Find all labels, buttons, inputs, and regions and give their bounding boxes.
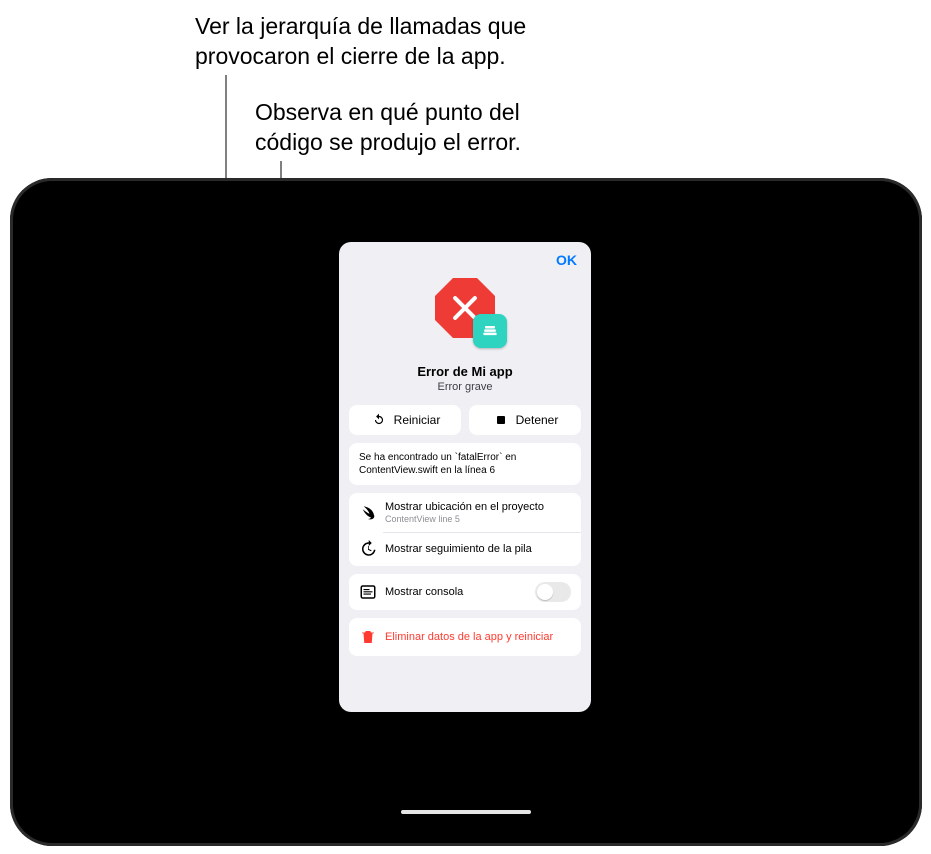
- delete-and-restart-label: Eliminar datos de la app y reiniciar: [385, 631, 553, 643]
- restart-icon: [370, 411, 388, 429]
- show-stack-label: Mostrar seguimiento de la pila: [385, 543, 532, 555]
- ipad-screen: OK Error de Mi app Error grave Reiniciar: [32, 200, 900, 824]
- error-dialog: OK Error de Mi app Error grave Reiniciar: [339, 242, 591, 712]
- error-message: Se ha encontrado un `fatalError` en Cont…: [349, 443, 581, 485]
- stop-label: Detener: [516, 413, 559, 427]
- show-location-row[interactable]: Mostrar ubicación en el proyecto Content…: [349, 493, 581, 532]
- show-stack-row[interactable]: Mostrar seguimiento de la pila: [349, 532, 581, 566]
- ok-button[interactable]: OK: [556, 252, 577, 268]
- restart-label: Reiniciar: [394, 413, 441, 427]
- show-location-subtitle: ContentView line 5: [385, 514, 571, 524]
- stop-button[interactable]: Detener: [469, 405, 581, 435]
- delete-and-restart-row[interactable]: Eliminar datos de la app y reiniciar: [349, 618, 581, 656]
- ipad-device-frame: OK Error de Mi app Error grave Reiniciar: [10, 178, 922, 846]
- callout-stack-trace: Ver la jerarquía de llamadas queprovocar…: [195, 12, 526, 72]
- show-console-row[interactable]: Mostrar consola: [349, 574, 581, 610]
- trash-icon: [359, 628, 377, 646]
- callout-code-location: Observa en qué punto delcódigo se produj…: [255, 98, 521, 158]
- stop-icon: [492, 411, 510, 429]
- restart-button[interactable]: Reiniciar: [349, 405, 461, 435]
- error-title: Error de Mi app: [417, 364, 512, 379]
- console-icon: [359, 583, 377, 601]
- history-icon: [359, 540, 377, 558]
- home-indicator[interactable]: [401, 810, 531, 814]
- show-location-label: Mostrar ubicación en el proyecto: [385, 501, 544, 513]
- callout-text: Observa en qué punto delcódigo se produj…: [255, 99, 521, 155]
- console-toggle[interactable]: [535, 582, 571, 602]
- error-subtitle: Error grave: [437, 381, 492, 393]
- callout-text: Ver la jerarquía de llamadas queprovocar…: [195, 13, 526, 69]
- show-console-label: Mostrar consola: [385, 586, 463, 598]
- app-icon: [473, 314, 507, 348]
- error-header: Error de Mi app Error grave: [349, 278, 581, 393]
- swift-icon: [359, 504, 377, 522]
